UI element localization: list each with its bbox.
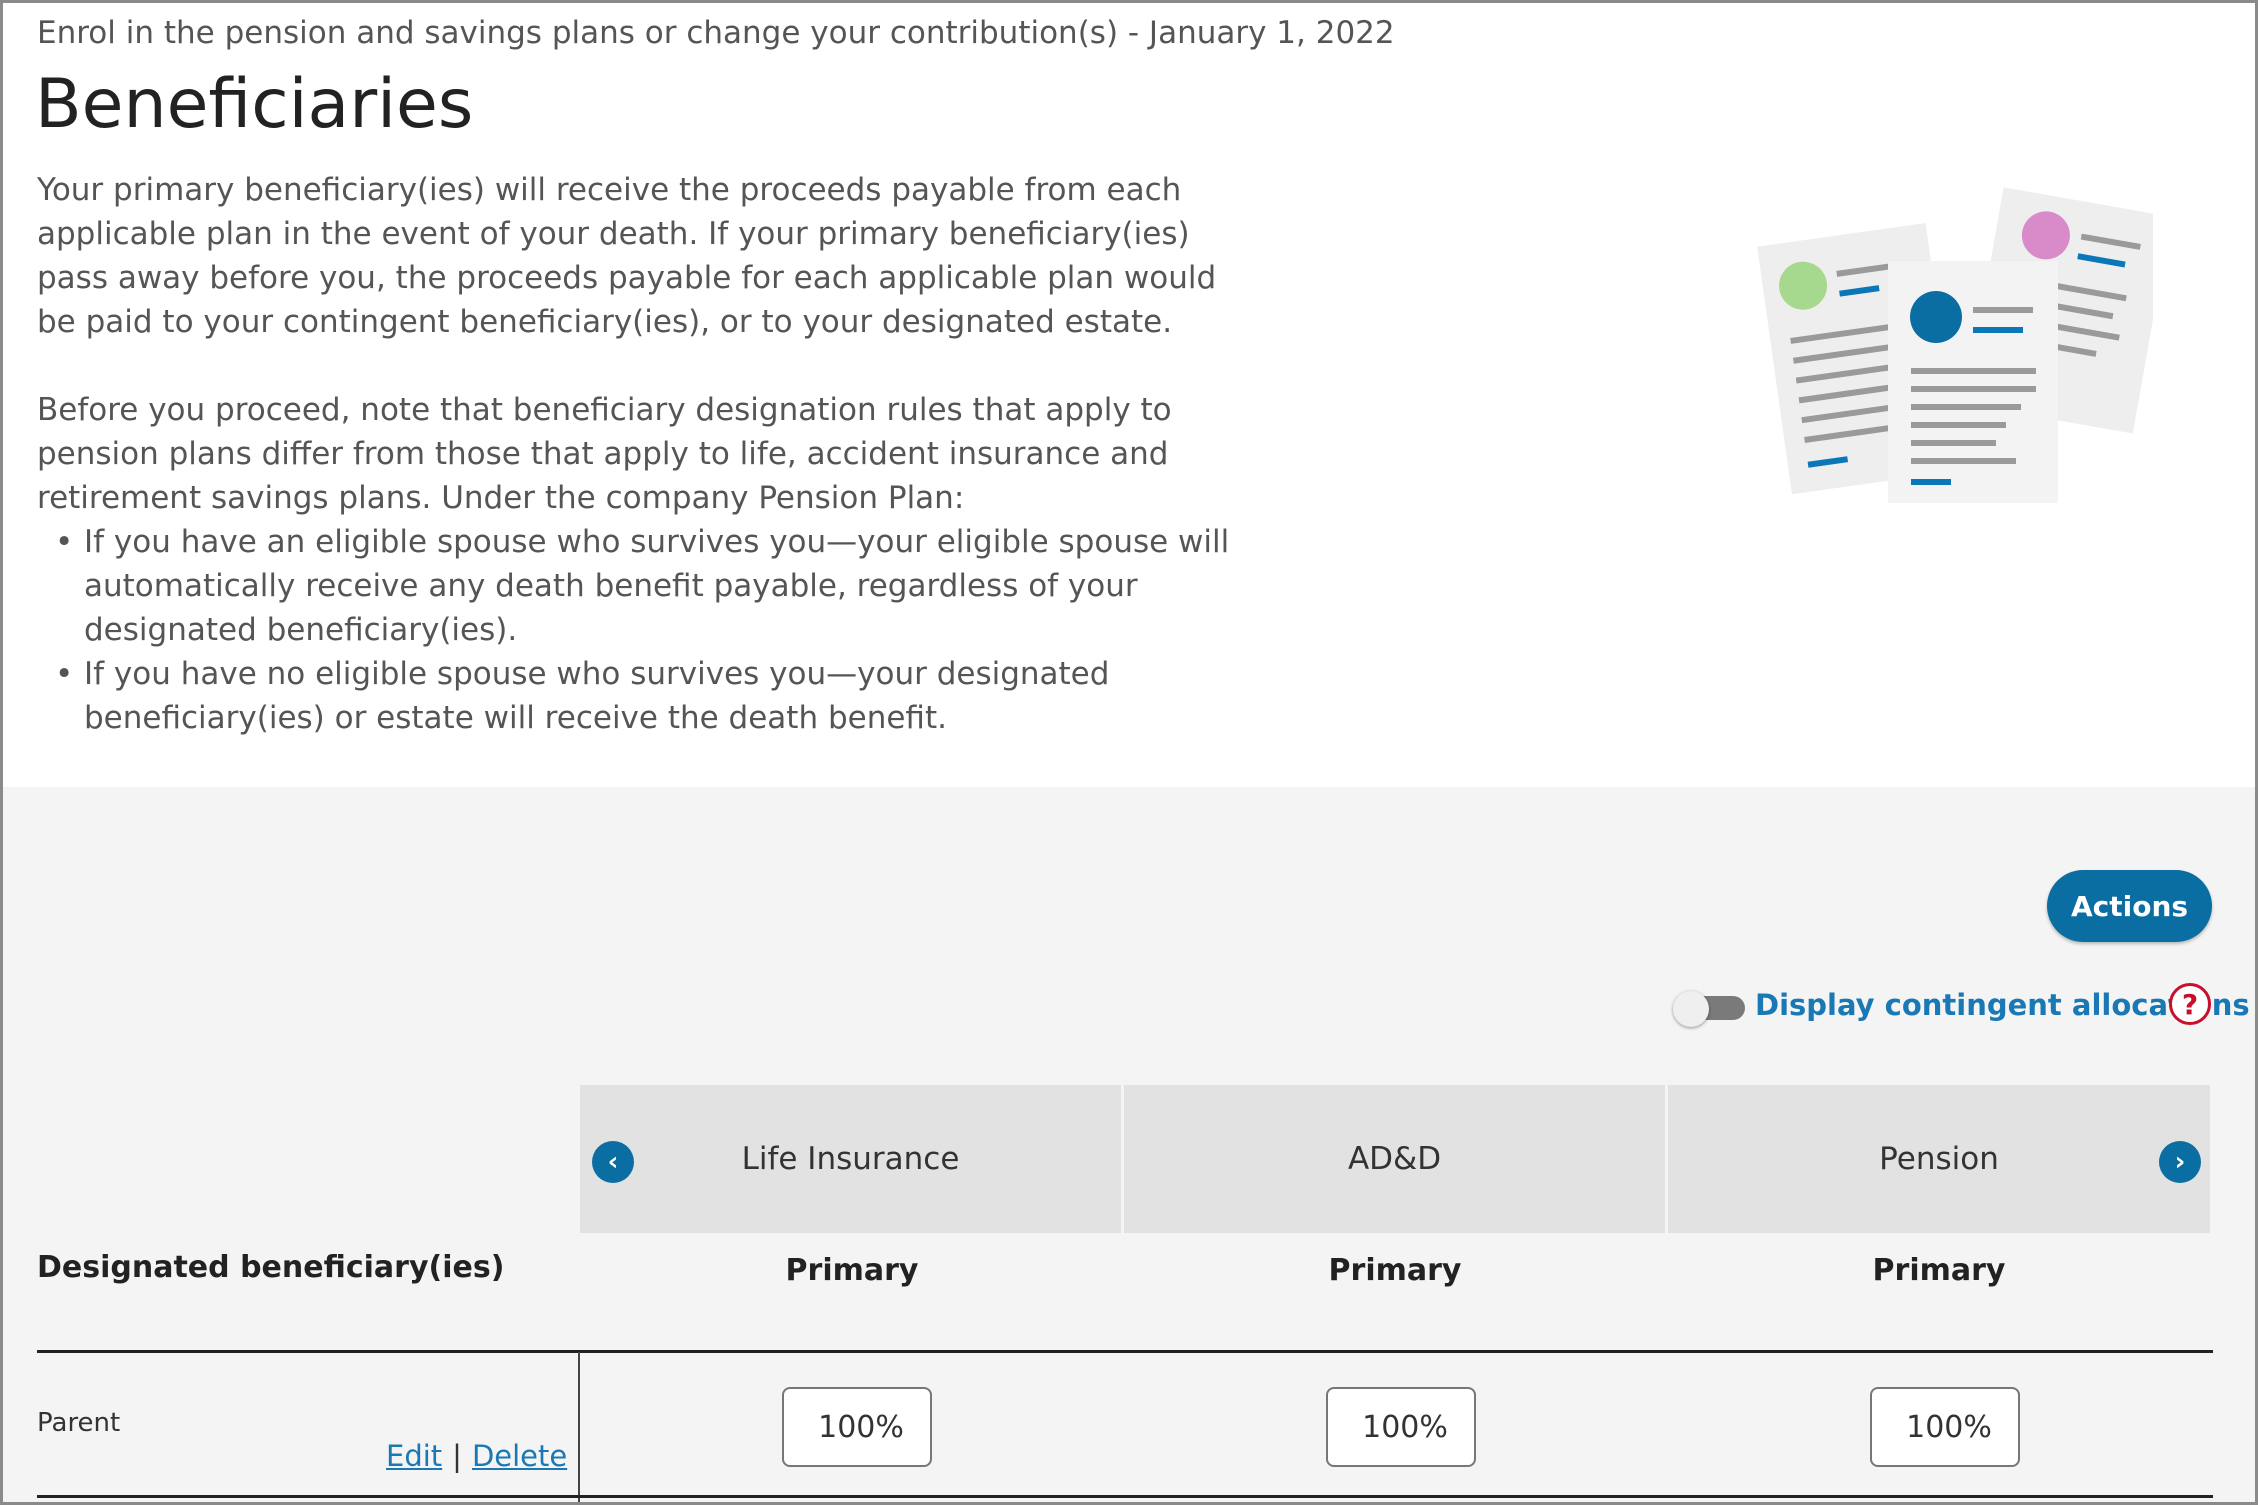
- plan-header-pension: Pension: [1668, 1085, 2210, 1233]
- beneficiary-actions: Edit | Delete: [386, 1439, 567, 1473]
- designated-beneficiaries-header: Designated beneficiary(ies): [37, 1250, 505, 1285]
- intro-paragraph-1: Your primary beneficiary(ies) will recei…: [37, 172, 1217, 340]
- intro-section: Enrol in the pension and savings plans o…: [3, 3, 2255, 787]
- actions-button[interactable]: Actions: [2047, 870, 2212, 942]
- intro-bullets: If you have an eligible spouse who survi…: [37, 520, 1257, 740]
- plan-name: Life Insurance: [741, 1141, 960, 1177]
- page-title: Beneficiaries: [35, 65, 474, 144]
- table-column-divider: [578, 1352, 580, 1502]
- primary-label-pension: Primary: [1872, 1253, 2006, 1288]
- delete-link[interactable]: Delete: [472, 1439, 567, 1473]
- plan-header-life-insurance: Life Insurance: [580, 1085, 1121, 1233]
- primary-label-life-insurance: Primary: [785, 1253, 919, 1288]
- allocation-input-pension[interactable]: 100%: [1870, 1387, 2020, 1467]
- primary-label-add: Primary: [1328, 1253, 1462, 1288]
- page-eyebrow: Enrol in the pension and savings plans o…: [37, 15, 1395, 51]
- help-icon[interactable]: ?: [2169, 983, 2211, 1025]
- intro-bullet-2: If you have no eligible spouse who survi…: [37, 652, 1257, 740]
- allocation-input-add[interactable]: 100%: [1326, 1387, 1476, 1467]
- intro-bullet-1: If you have an eligible spouse who survi…: [37, 520, 1257, 652]
- toggle-knob: [1673, 991, 1709, 1027]
- intro-text: Your primary beneficiary(ies) will recei…: [37, 168, 1257, 740]
- page-frame: Enrol in the pension and savings plans o…: [0, 0, 2258, 1505]
- table-divider-bottom: [37, 1495, 2213, 1498]
- chevron-right-icon[interactable]: ›: [2159, 1141, 2201, 1183]
- intro-paragraph-2: Before you proceed, note that beneficiar…: [37, 392, 1172, 516]
- link-separator: |: [452, 1439, 462, 1473]
- table-divider-top: [37, 1350, 2213, 1353]
- documents-illustration: [1757, 187, 2153, 503]
- chevron-left-icon[interactable]: ‹: [592, 1141, 634, 1183]
- plan-name: Pension: [1879, 1141, 1999, 1177]
- plan-name: AD&D: [1347, 1141, 1442, 1177]
- edit-link[interactable]: Edit: [386, 1439, 442, 1473]
- contingent-allocations-toggle[interactable]: [1673, 991, 1747, 1027]
- beneficiary-name: Parent: [37, 1408, 121, 1438]
- allocation-input-life-insurance[interactable]: 100%: [782, 1387, 932, 1467]
- plan-header-add: AD&D: [1124, 1085, 1665, 1233]
